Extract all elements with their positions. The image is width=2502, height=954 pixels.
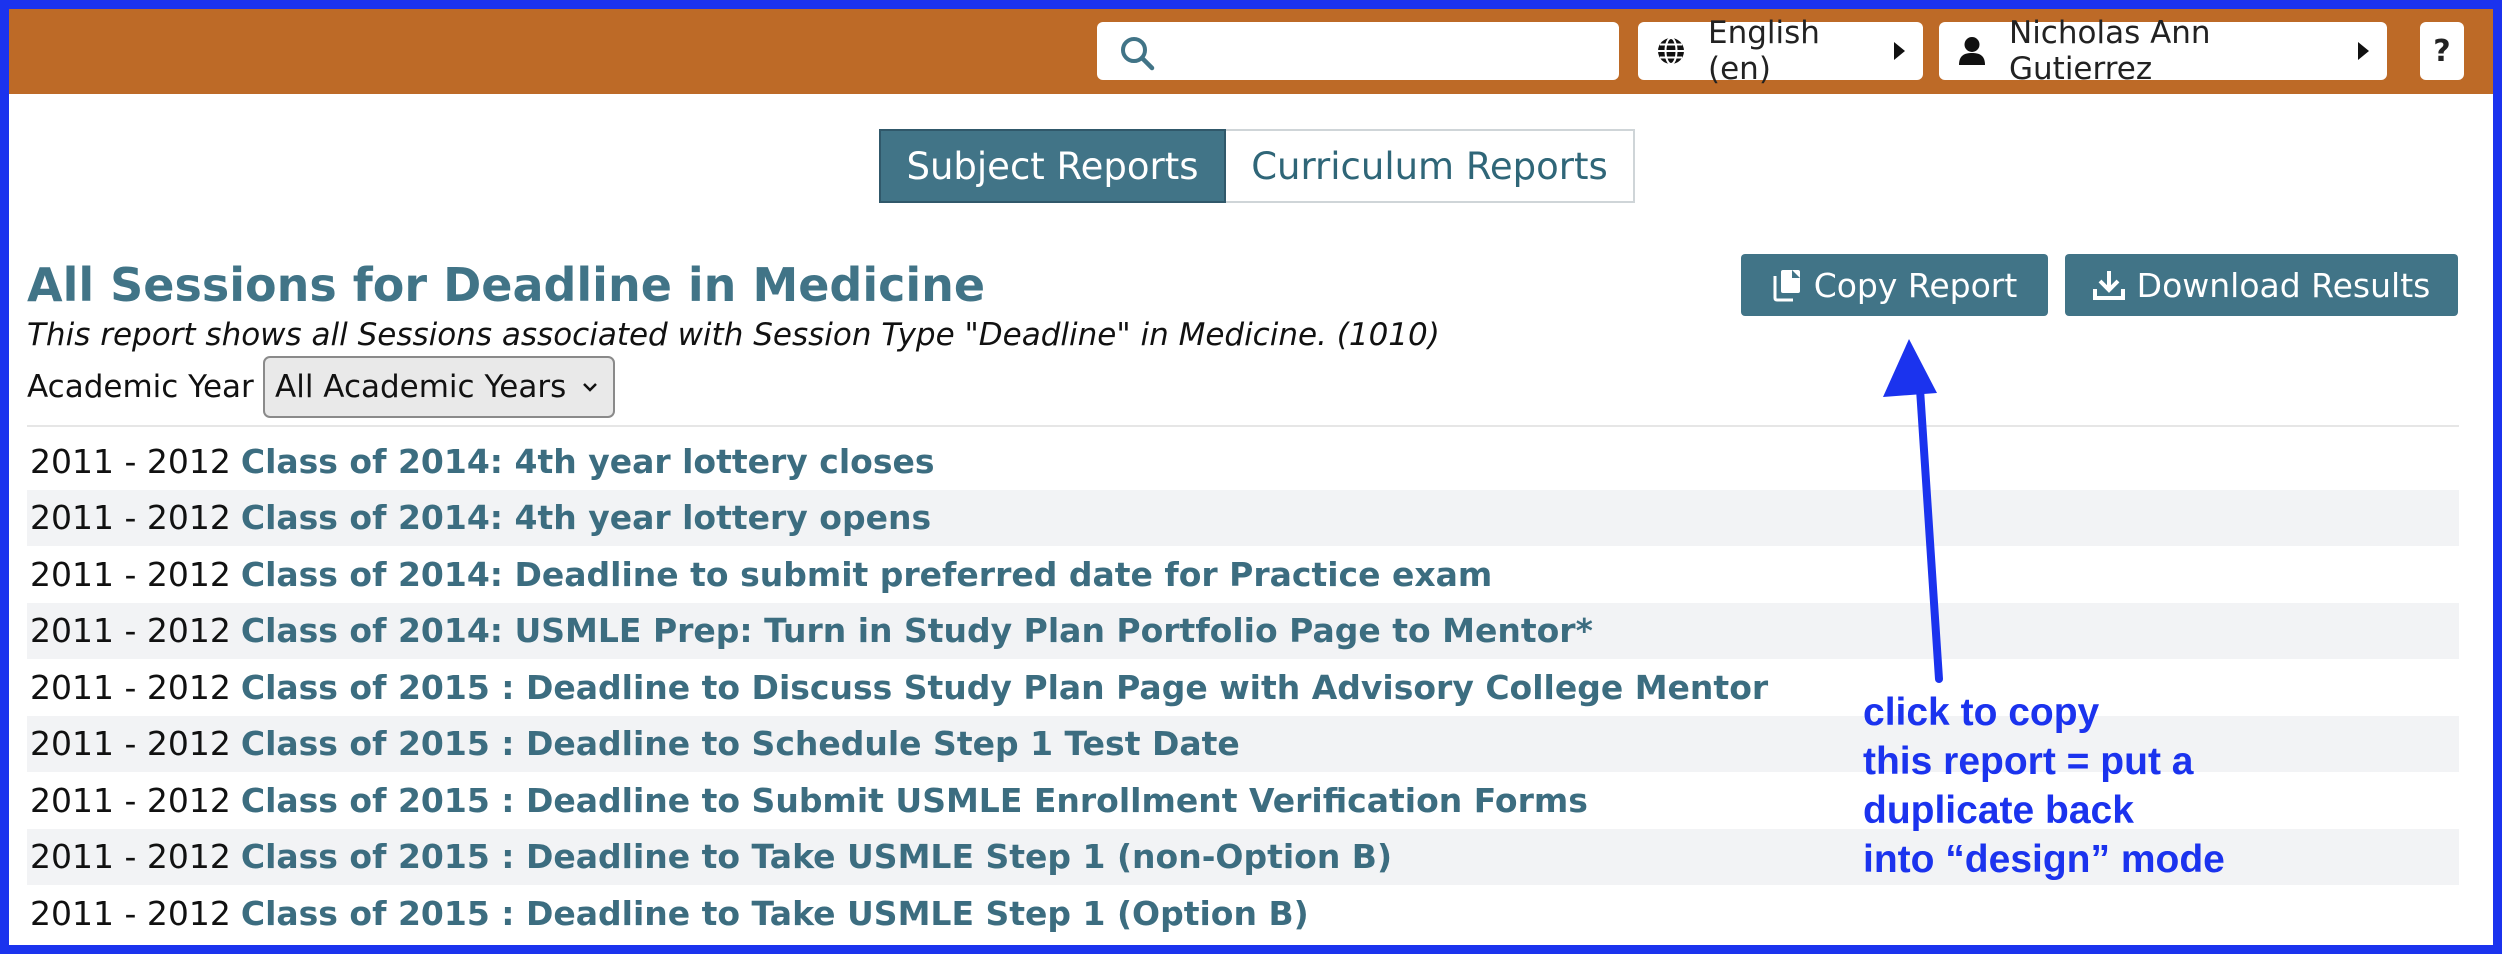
annotation-note: click to copy this report = put a duplic… bbox=[1863, 688, 2225, 884]
annotation-line: duplicate back bbox=[1863, 789, 2134, 832]
annotation-line: click to copy bbox=[1863, 691, 2100, 734]
annotation-line: into “design” mode bbox=[1863, 838, 2225, 881]
app-frame: English (en) Nicholas Ann Gutierrez ? Su… bbox=[9, 9, 2493, 945]
annotation-line: this report = put a bbox=[1863, 740, 2194, 783]
